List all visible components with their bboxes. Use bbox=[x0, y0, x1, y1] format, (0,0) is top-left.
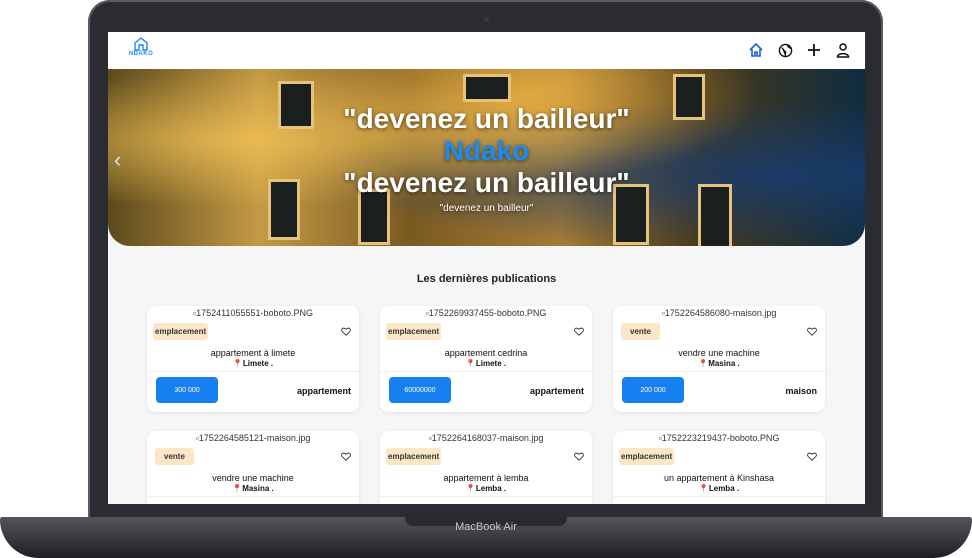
card-divider bbox=[613, 371, 825, 372]
property-type: appartement bbox=[296, 386, 351, 396]
listing-card[interactable]: ▫1752264168037-maison.jpg emplacement ap… bbox=[380, 431, 592, 504]
listing-title: vendre une machine bbox=[212, 473, 294, 483]
location-pin-icon: 📍 bbox=[698, 484, 709, 493]
card-divider bbox=[613, 496, 825, 497]
device-label: MacBook Air bbox=[455, 521, 517, 533]
category-badge: vente bbox=[155, 448, 194, 465]
card-divider bbox=[147, 371, 359, 372]
camera-icon bbox=[484, 17, 489, 22]
location-pin-icon: 📍 bbox=[465, 359, 476, 368]
hero-brand: Ndako bbox=[443, 135, 530, 166]
hero-banner: ‹ "devenez un bailleur" Ndako "devenez u… bbox=[108, 69, 865, 246]
card-divider bbox=[147, 496, 359, 497]
location-pin-icon: 📍 bbox=[698, 359, 709, 368]
property-type: maison bbox=[785, 386, 817, 396]
listing-location: 📍Masina . bbox=[232, 484, 274, 493]
app-logo[interactable]: NDAKO bbox=[126, 37, 156, 57]
hero-title-2: "devenez un bailleur" bbox=[343, 167, 630, 198]
category-badge: emplacement bbox=[386, 448, 442, 465]
listing-title: appartement cedrina bbox=[444, 348, 528, 358]
favorite-heart-icon[interactable] bbox=[807, 448, 817, 466]
listing-title: appartement à lemba bbox=[443, 473, 529, 483]
listing-image: ▫1752269937455-boboto.PNG bbox=[425, 308, 547, 318]
favorite-heart-icon[interactable] bbox=[807, 323, 817, 341]
plus-icon[interactable] bbox=[804, 40, 824, 60]
category-badge: vente bbox=[621, 323, 660, 340]
listing-image: ▫1752264586080-maison.jpg bbox=[661, 308, 777, 318]
favorite-heart-icon[interactable] bbox=[341, 448, 351, 466]
listing-card[interactable]: ▫1752411055551-boboto.PNG emplacement ap… bbox=[147, 306, 359, 412]
listing-card[interactable]: ▫1752269937455-boboto.PNG emplacement ap… bbox=[380, 306, 592, 412]
section-title: Les dernières publications bbox=[416, 273, 557, 285]
listing-image: ▫1752264585121-maison.jpg bbox=[195, 433, 311, 443]
window-decoration bbox=[463, 74, 511, 102]
home-icon[interactable] bbox=[746, 40, 766, 60]
property-type: appartement bbox=[529, 386, 584, 396]
listing-title: vendre une machine bbox=[678, 348, 760, 358]
globe-icon[interactable] bbox=[775, 40, 795, 60]
listing-image: ▫1752264168037-maison.jpg bbox=[428, 433, 544, 443]
location-pin-icon: 📍 bbox=[232, 359, 243, 368]
listing-image: ▫1752411055551-boboto.PNG bbox=[192, 308, 314, 318]
listing-location: 📍Limete . bbox=[232, 359, 274, 368]
listing-image: ▫1752223219437-boboto.PNG bbox=[658, 433, 780, 443]
location-pin-icon: 📍 bbox=[465, 484, 476, 493]
listing-location: 📍Lemba . bbox=[698, 484, 740, 493]
listing-card[interactable]: ▫1752223219437-boboto.PNG emplacement un… bbox=[613, 431, 825, 504]
top-navbar: NDAKO bbox=[108, 32, 865, 70]
price-button[interactable]: 200 000 bbox=[622, 377, 684, 403]
location-pin-icon: 📍 bbox=[232, 484, 243, 493]
listing-location: 📍Lemba . bbox=[465, 484, 507, 493]
logo-text: NDAKO bbox=[128, 51, 154, 57]
listing-card[interactable]: ▫1752264585121-maison.jpg vente vendre u… bbox=[147, 431, 359, 504]
favorite-heart-icon[interactable] bbox=[574, 323, 584, 341]
category-badge: emplacement bbox=[619, 448, 675, 465]
listing-title: appartement à limete bbox=[210, 348, 296, 358]
listing-location: 📍Limete . bbox=[465, 359, 507, 368]
category-badge: emplacement bbox=[386, 323, 442, 340]
listing-location: 📍Masina . bbox=[698, 359, 740, 368]
hero-subtitle: "devenez un bailleur" bbox=[439, 203, 534, 214]
browser-viewport: NDAKO ‹ "devenez un bailleur" Ndako "dev… bbox=[108, 32, 865, 504]
card-divider bbox=[380, 496, 592, 497]
price-button[interactable]: 300 000 bbox=[156, 377, 218, 403]
favorite-heart-icon[interactable] bbox=[574, 448, 584, 466]
listing-title: un appartement à Kinshasa bbox=[663, 473, 775, 483]
listing-card[interactable]: ▫1752264586080-maison.jpg vente vendre u… bbox=[613, 306, 825, 412]
category-badge: emplacement bbox=[153, 323, 209, 340]
hero-title-1: "devenez un bailleur" bbox=[343, 103, 630, 134]
card-divider bbox=[380, 371, 592, 372]
price-button[interactable]: 60000000 bbox=[389, 377, 451, 403]
house-logo-icon bbox=[134, 37, 148, 51]
favorite-heart-icon[interactable] bbox=[341, 323, 351, 341]
user-icon[interactable] bbox=[833, 40, 853, 60]
